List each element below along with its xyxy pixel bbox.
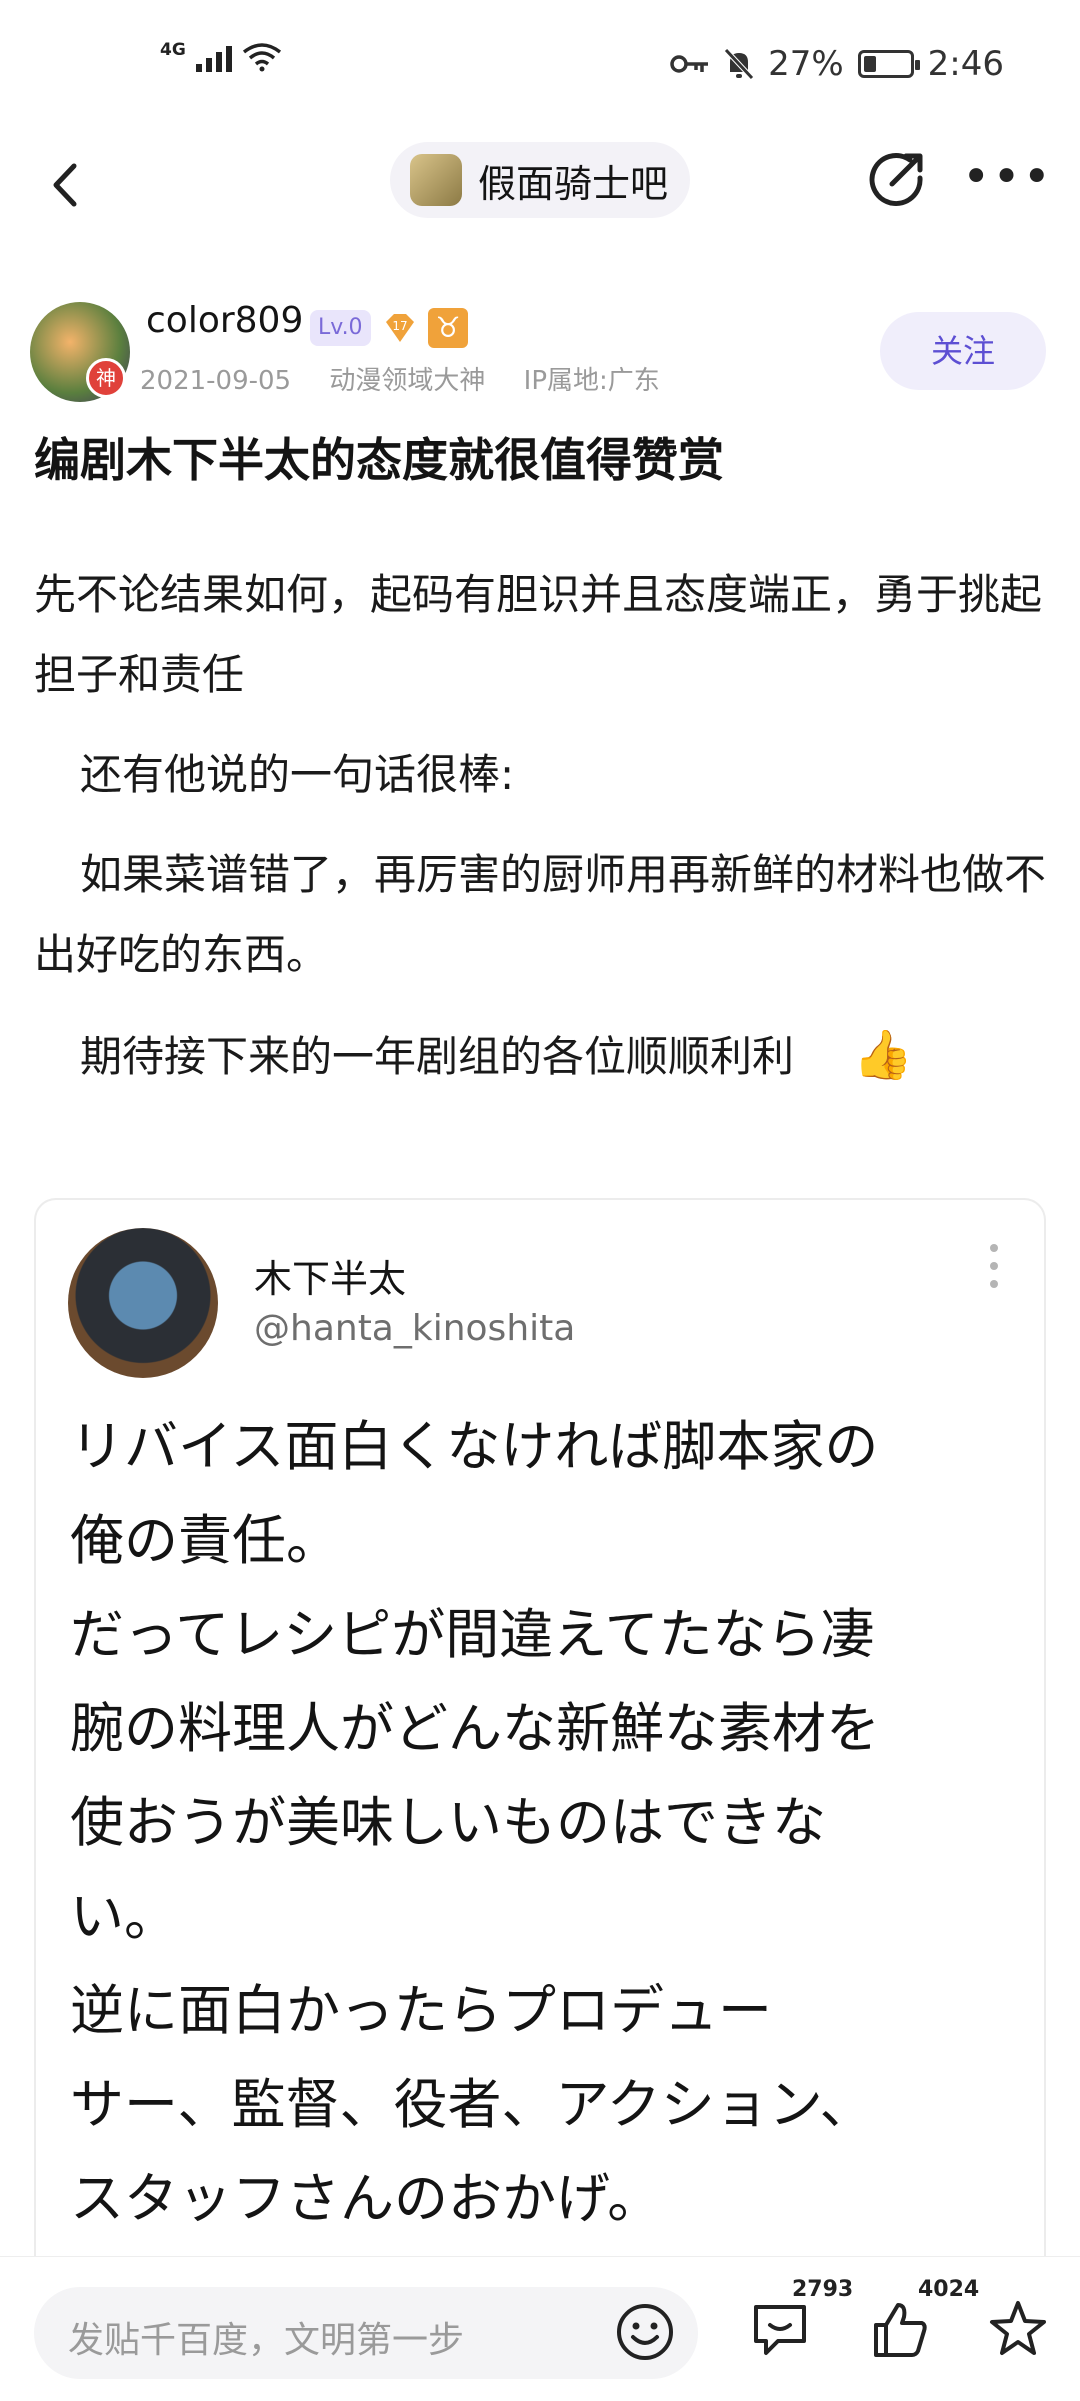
tweet-author-name: 木下半太 bbox=[254, 1257, 407, 1301]
tweet-handle: @hanta_kinoshita bbox=[254, 1308, 576, 1349]
status-right: 27% 2:46 bbox=[670, 44, 1004, 84]
thumbs-up-emoji: 👍 bbox=[853, 1027, 914, 1083]
follow-button[interactable]: 关注 bbox=[880, 312, 1046, 390]
mute-bell-icon bbox=[724, 48, 754, 80]
battery-icon bbox=[857, 50, 920, 78]
share-icon[interactable] bbox=[866, 148, 928, 210]
network-type: 4G bbox=[160, 40, 186, 60]
embedded-tweet-image[interactable]: 木下半太 @hanta_kinoshita リバイス面白くなければ脚本家の 俺の… bbox=[34, 1198, 1046, 2258]
tweet-more-icon bbox=[984, 1244, 1004, 1304]
tweet-avatar bbox=[68, 1228, 218, 1378]
like-icon[interactable] bbox=[868, 2297, 932, 2361]
tweet-text: リバイス面白くなければ脚本家の 俺の責任。 だってレシピが間違えてたなら凄 腕の… bbox=[70, 1415, 880, 2230]
battery-percent: 27% bbox=[768, 44, 844, 84]
top-nav: 假面骑士吧 ••• bbox=[0, 130, 1080, 240]
more-options-icon[interactable]: ••• bbox=[962, 152, 1051, 202]
author-title: 动漫领域大神 bbox=[329, 366, 486, 396]
post-title: 编剧木下半太的态度就很值得赞赏 bbox=[34, 433, 724, 487]
emoji-icon[interactable] bbox=[616, 2303, 674, 2361]
bottom-bar: 发贴千百度，文明第一步 2793 4024 bbox=[0, 2256, 1080, 2401]
like-count: 4024 bbox=[918, 2277, 980, 2302]
post-paragraph: 先不论结果如何，起码有胆识并且态度端正，勇于挑起担子和责任 bbox=[34, 570, 1043, 699]
post-date: 2021-09-05 bbox=[140, 366, 292, 396]
forum-pill[interactable]: 假面骑士吧 bbox=[390, 142, 690, 218]
author-username[interactable]: color809 bbox=[146, 300, 303, 341]
gem-badge-number: 17 bbox=[392, 319, 407, 333]
comment-count: 2793 bbox=[792, 2277, 854, 2302]
post-author: 神 color809 Lv.0 17 ♉ 2021-09-05 动漫领域大神 I… bbox=[0, 290, 1080, 420]
post-paragraph: 期待接下来的一年剧组的各位顺顺利利 bbox=[80, 1032, 795, 1081]
post-paragraph-last: 期待接下来的一年剧组的各位顺顺利利 👍 bbox=[34, 1015, 1049, 1097]
wifi-icon bbox=[242, 43, 281, 72]
signal-indicators: 4G bbox=[160, 40, 282, 72]
comment-input-placeholder: 发贴千百度，文明第一步 bbox=[68, 2320, 465, 2361]
forum-name: 假面骑士吧 bbox=[478, 161, 669, 206]
zodiac-badge-icon: ♉ bbox=[428, 308, 468, 348]
level-badge: Lv.0 bbox=[310, 310, 371, 346]
status-bar: 4G 27% 2:46 bbox=[0, 0, 1080, 130]
key-icon bbox=[670, 55, 709, 73]
star-icon[interactable] bbox=[986, 2297, 1050, 2361]
battery-fill bbox=[863, 56, 876, 72]
post-paragraph: 如果菜谱错了，再厉害的厨师用再新鲜的材料也做不出好吃的东西。 bbox=[34, 850, 1047, 979]
ip-location: IP属地:广东 bbox=[523, 366, 660, 396]
post-body: 先不论结果如何，起码有胆识并且态度端正，勇于挑起担子和责任 还有他说的一句话很棒… bbox=[34, 555, 1049, 1117]
gem-badge-icon: 17 bbox=[386, 314, 414, 342]
post-paragraph: 还有他说的一句话很棒: bbox=[80, 750, 515, 799]
clock: 2:46 bbox=[927, 44, 1004, 84]
signal-icon bbox=[195, 42, 232, 72]
comment-icon[interactable] bbox=[748, 2297, 812, 2361]
comment-input[interactable]: 发贴千百度，文明第一步 bbox=[34, 2287, 698, 2379]
avatar-badge: 神 bbox=[86, 358, 126, 398]
forum-avatar bbox=[410, 154, 462, 206]
author-meta: 2021-09-05 动漫领域大神 IP属地:广东 bbox=[140, 360, 690, 397]
back-icon[interactable] bbox=[44, 150, 84, 220]
